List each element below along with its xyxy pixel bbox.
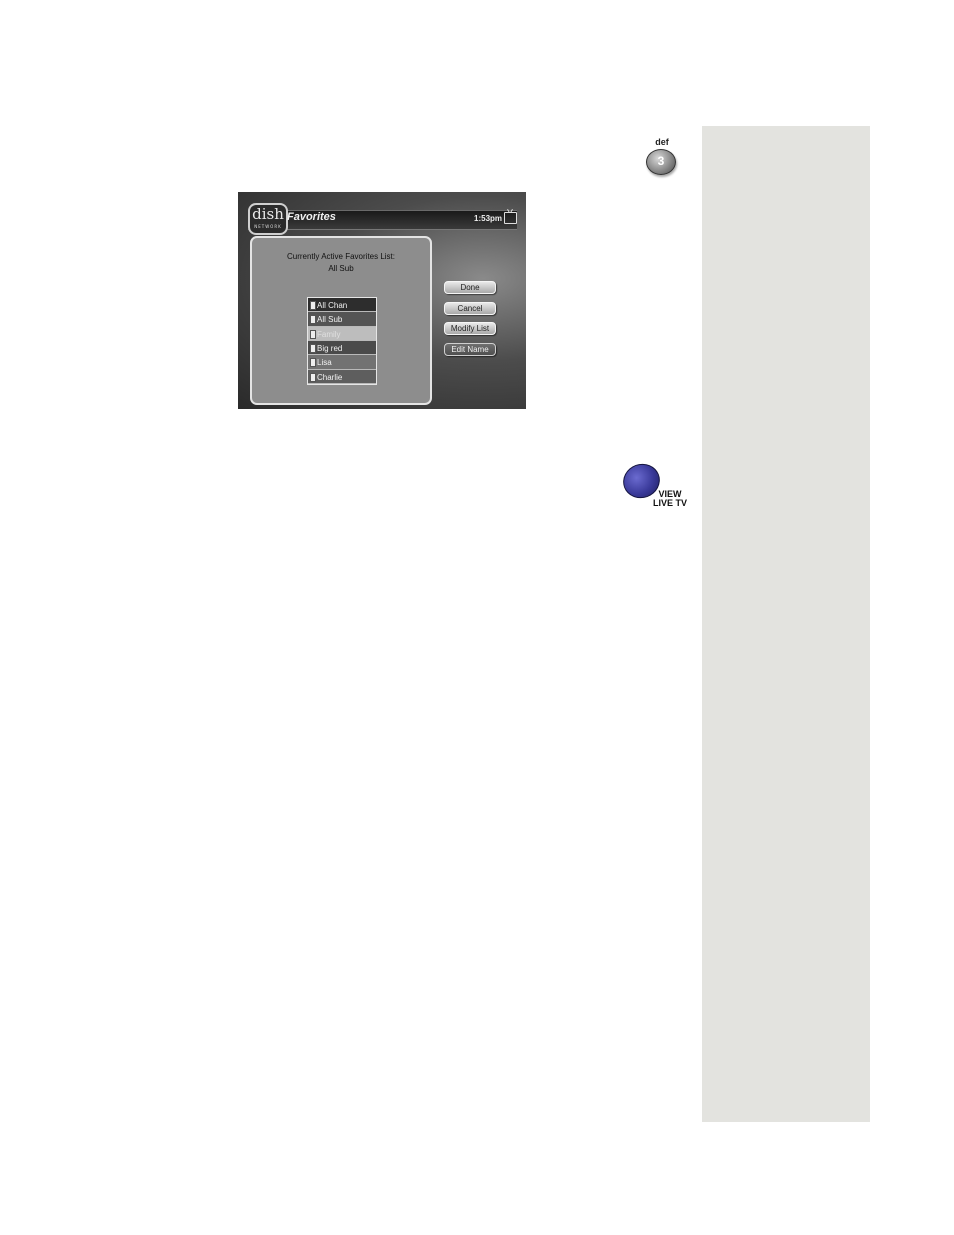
- document-icon: [310, 329, 316, 339]
- tv-icon: [504, 212, 517, 224]
- number-3-button-icon: 3: [646, 149, 676, 175]
- active-list-name: All Sub: [328, 264, 354, 273]
- key-letters: def: [655, 137, 669, 147]
- favorites-screen: dish NETWORK Favorites 1:53pm Currently …: [238, 192, 526, 409]
- list-item-label: Big red: [317, 343, 343, 353]
- document-icon: [310, 315, 316, 325]
- list-item-label: All Sub: [317, 315, 343, 325]
- edit-name-button[interactable]: Edit Name: [444, 343, 496, 356]
- list-item-big-red[interactable]: Big red: [308, 340, 376, 356]
- view-live-tv-label: VIEW LIVE TV: [650, 490, 690, 508]
- list-item-lisa[interactable]: Lisa: [308, 355, 376, 370]
- document-icon: [310, 301, 316, 310]
- logo-subtext: NETWORK: [254, 224, 282, 229]
- document-icon: [310, 372, 316, 382]
- modify-list-button[interactable]: Modify List: [444, 322, 496, 335]
- active-list-label: Currently Active Favorites List:: [286, 252, 396, 261]
- remote-view-live-tv-key: VIEW LIVE TV: [618, 458, 692, 512]
- clock: 1:53pm: [474, 214, 503, 223]
- document-icon: [310, 343, 316, 353]
- list-item-label: Lisa: [317, 358, 332, 368]
- done-button[interactable]: Done: [444, 281, 496, 294]
- list-item-all-sub[interactable]: All Sub: [308, 312, 376, 327]
- list-item-family[interactable]: Family: [308, 326, 376, 341]
- cancel-button[interactable]: Cancel: [444, 302, 496, 315]
- list-item-charlie[interactable]: Charlie: [308, 369, 376, 384]
- key-number: 3: [657, 154, 665, 168]
- sidebar-panel: [702, 126, 870, 1122]
- favorites-list: All Chan All Sub Family Big red Lisa Cha…: [307, 297, 377, 385]
- logo-text: dish: [252, 205, 284, 223]
- list-item-label: All Chan: [317, 301, 348, 310]
- remote-def-3-key: def 3: [639, 137, 685, 185]
- favorites-panel: Currently Active Favorites List: All Sub…: [250, 236, 432, 405]
- active-list-heading: Currently Active Favorites List: All Sub: [252, 251, 430, 275]
- dish-network-logo: dish NETWORK: [248, 203, 288, 235]
- live-tv-label: LIVE TV: [652, 498, 687, 508]
- list-item-label: Charlie: [317, 372, 343, 382]
- document-icon: [310, 358, 316, 368]
- page-title: Favorites: [287, 211, 336, 223]
- list-item-label: Family: [317, 329, 341, 339]
- list-item-all-chan[interactable]: All Chan: [308, 298, 376, 313]
